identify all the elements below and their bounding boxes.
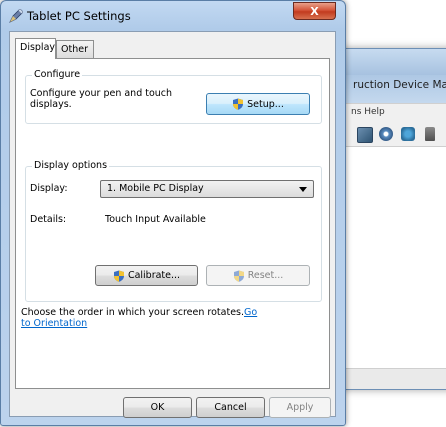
display-select[interactable]: 1. Mobile PC Display xyxy=(100,180,314,198)
display-options-group-label: Display options xyxy=(32,160,110,171)
configure-description-line2: displays. xyxy=(30,99,72,110)
dialog-titlebar[interactable]: Tablet PC Settings X xyxy=(1,1,345,31)
background-window-body[interactable] xyxy=(339,146,446,369)
close-button[interactable]: X xyxy=(293,2,336,20)
close-icon: X xyxy=(310,4,319,18)
dialog-title: Tablet PC Settings xyxy=(27,9,131,23)
apply-button-label: Apply xyxy=(286,402,314,413)
go-to-orientation-link[interactable]: Go xyxy=(244,307,257,318)
apply-button[interactable]: Apply xyxy=(269,397,331,418)
details-value: Touch Input Available xyxy=(105,214,206,225)
network-icon[interactable] xyxy=(401,127,415,141)
cancel-button-label: Cancel xyxy=(214,402,247,413)
scan-hardware-icon[interactable] xyxy=(379,127,393,141)
lock-icon[interactable] xyxy=(425,127,435,141)
go-to-orientation-link-continued[interactable]: to Orientation xyxy=(21,318,87,329)
background-window-title: ruction Device Mana xyxy=(353,79,446,91)
display-label: Display: xyxy=(30,183,68,194)
reset-button-label: Reset... xyxy=(247,270,284,281)
background-window-titlebar[interactable] xyxy=(339,49,446,75)
tablet-pen-icon xyxy=(9,9,23,23)
calibrate-button-label: Calibrate... xyxy=(127,270,181,281)
uac-shield-icon xyxy=(233,270,244,282)
setup-button[interactable]: Setup... xyxy=(206,93,310,115)
reset-button[interactable]: Reset... xyxy=(206,265,310,286)
calibrate-button[interactable]: Calibrate... xyxy=(95,265,198,286)
cancel-button[interactable]: Cancel xyxy=(196,397,265,418)
background-window-menu[interactable]: ns Help xyxy=(351,107,385,117)
tablet-pc-settings-dialog[interactable]: Tablet PC Settings X Display Other Confi… xyxy=(0,0,346,426)
dialog-client-area: Display Other Configure Configure your p… xyxy=(9,31,336,418)
details-label: Details: xyxy=(30,214,67,225)
tab-other[interactable]: Other xyxy=(56,40,94,58)
configure-group-label: Configure xyxy=(32,69,83,80)
ok-button[interactable]: OK xyxy=(123,397,192,418)
orientation-text: Choose the order in which your screen ro… xyxy=(21,307,257,318)
properties-icon[interactable] xyxy=(357,127,373,143)
tab-display[interactable]: Display xyxy=(15,38,56,59)
chevron-down-icon xyxy=(299,187,307,192)
uac-shield-icon xyxy=(233,98,244,110)
display-tab-panel: Configure Configure your pen and touch d… xyxy=(15,58,330,389)
uac-shield-icon xyxy=(113,270,124,282)
display-select-value: 1. Mobile PC Display xyxy=(107,183,204,194)
background-window-statusbar xyxy=(339,368,446,389)
ok-button-label: OK xyxy=(150,402,165,413)
orientation-link-line2: to Orientation xyxy=(21,318,87,329)
orientation-description: Choose the order in which your screen ro… xyxy=(21,307,245,318)
setup-button-label: Setup... xyxy=(247,98,284,110)
configure-description-line1: Configure your pen and touch xyxy=(30,88,173,99)
background-window[interactable]: ruction Device Mana ns Help xyxy=(338,48,446,390)
